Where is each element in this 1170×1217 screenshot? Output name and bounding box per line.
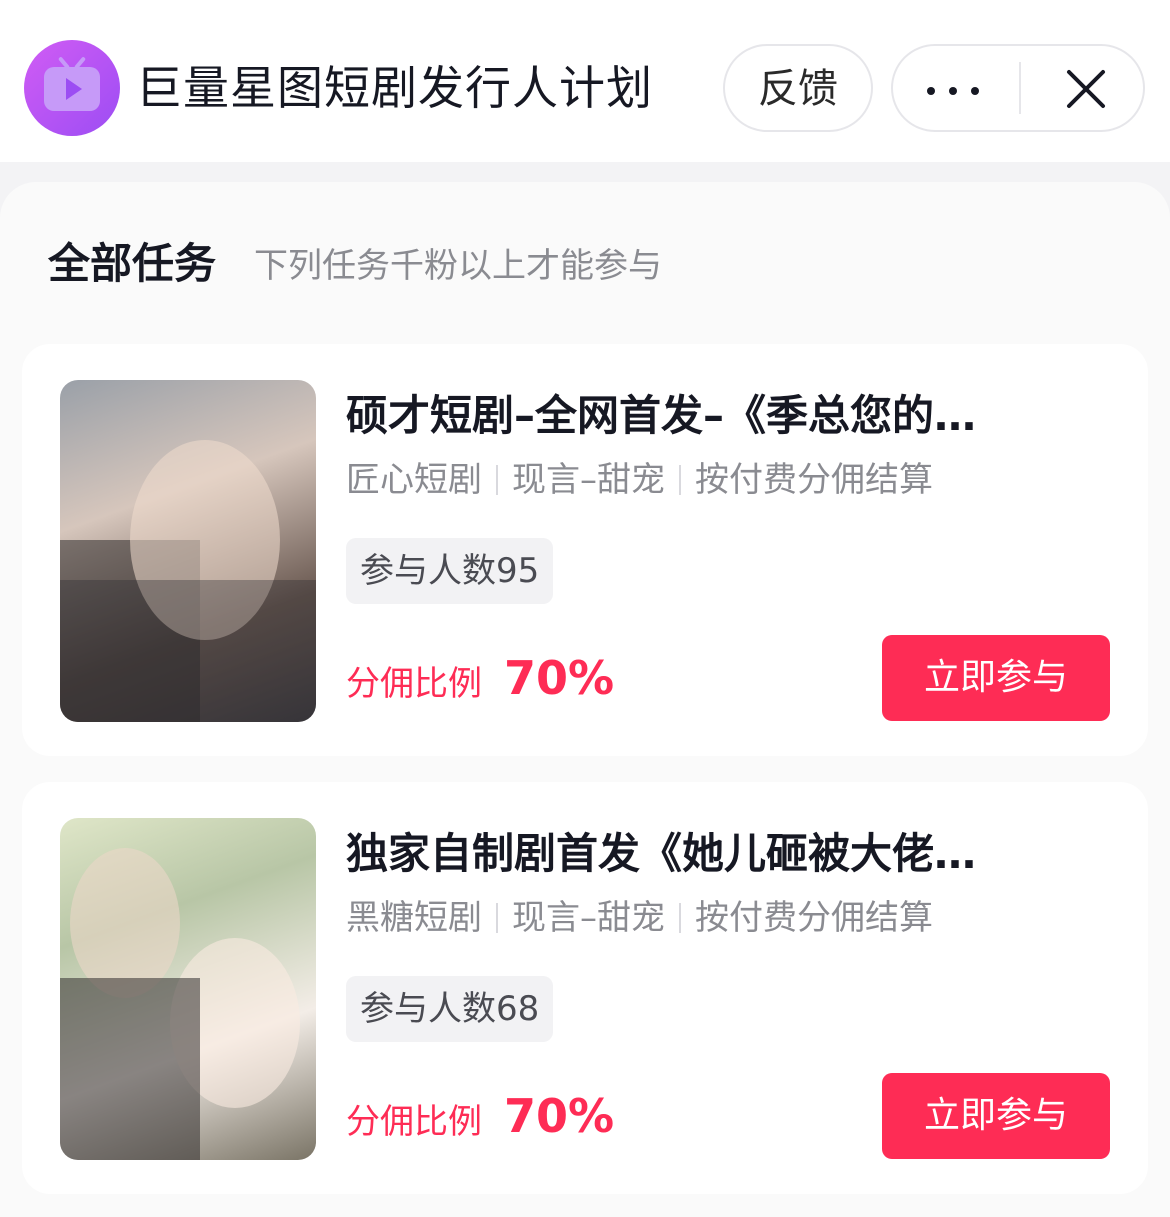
feedback-button[interactable]: 反馈 xyxy=(723,44,873,132)
tv-play-icon xyxy=(24,40,120,136)
task-card[interactable]: 独家自制剧首发《她儿砸被大佬… 黑糖短剧 现言–甜宠 按付费分佣结算 参与人数68 … xyxy=(22,782,1148,1194)
tag-genre: 现言–甜宠 xyxy=(512,898,665,938)
tag-genre: 现言–甜宠 xyxy=(512,460,665,500)
task-title[interactable]: 硕才短剧–全网首发–《季总您的… xyxy=(346,388,976,444)
task-title[interactable]: 独家自制剧首发《她儿砸被大佬… xyxy=(346,826,976,882)
task-card[interactable]: 硕才短剧–全网首发–《季总您的… 匠心短剧 现言–甜宠 按付费分佣结算 参与人数95… xyxy=(22,344,1148,756)
drama-poster[interactable] xyxy=(60,380,316,722)
commission-value: 70% xyxy=(504,651,615,705)
participants-badge: 参与人数95 xyxy=(346,538,554,604)
drama-poster[interactable] xyxy=(60,818,316,1160)
commission-label: 分佣比例 xyxy=(346,1102,482,1142)
capsule-menu xyxy=(891,44,1145,132)
participants-badge: 参与人数68 xyxy=(346,976,554,1042)
tag-producer: 匠心短剧 xyxy=(346,460,482,500)
feedback-label: 反馈 xyxy=(758,66,838,112)
section-title: 全部任务 xyxy=(48,239,217,288)
commission-value: 70% xyxy=(504,1089,615,1143)
tag-settlement: 按付费分佣结算 xyxy=(695,460,933,500)
more-horizontal-icon[interactable] xyxy=(927,87,979,95)
section-subtitle: 下列任务千粉以上才能参与 xyxy=(254,246,662,286)
task-tags: 匠心短剧 现言–甜宠 按付费分佣结算 xyxy=(346,458,933,502)
capsule-divider xyxy=(1019,62,1021,114)
close-icon[interactable] xyxy=(1065,68,1107,110)
app-title: 巨量星图短剧发行人计划 xyxy=(136,61,653,115)
join-now-button[interactable]: 立即参与 xyxy=(882,1073,1110,1159)
tag-producer: 黑糖短剧 xyxy=(346,898,482,938)
task-tags: 黑糖短剧 现言–甜宠 按付费分佣结算 xyxy=(346,896,933,940)
top-bar: 巨量星图短剧发行人计划 反馈 xyxy=(0,0,1170,162)
task-panel: 全部任务 下列任务千粉以上才能参与 硕才短剧–全网首发–《季总您的… 匠心短剧现… xyxy=(0,182,1170,1217)
tag-settlement: 按付费分佣结算 xyxy=(695,898,933,938)
commission-label: 分佣比例 xyxy=(346,664,482,704)
join-now-button[interactable]: 立即参与 xyxy=(882,635,1110,721)
